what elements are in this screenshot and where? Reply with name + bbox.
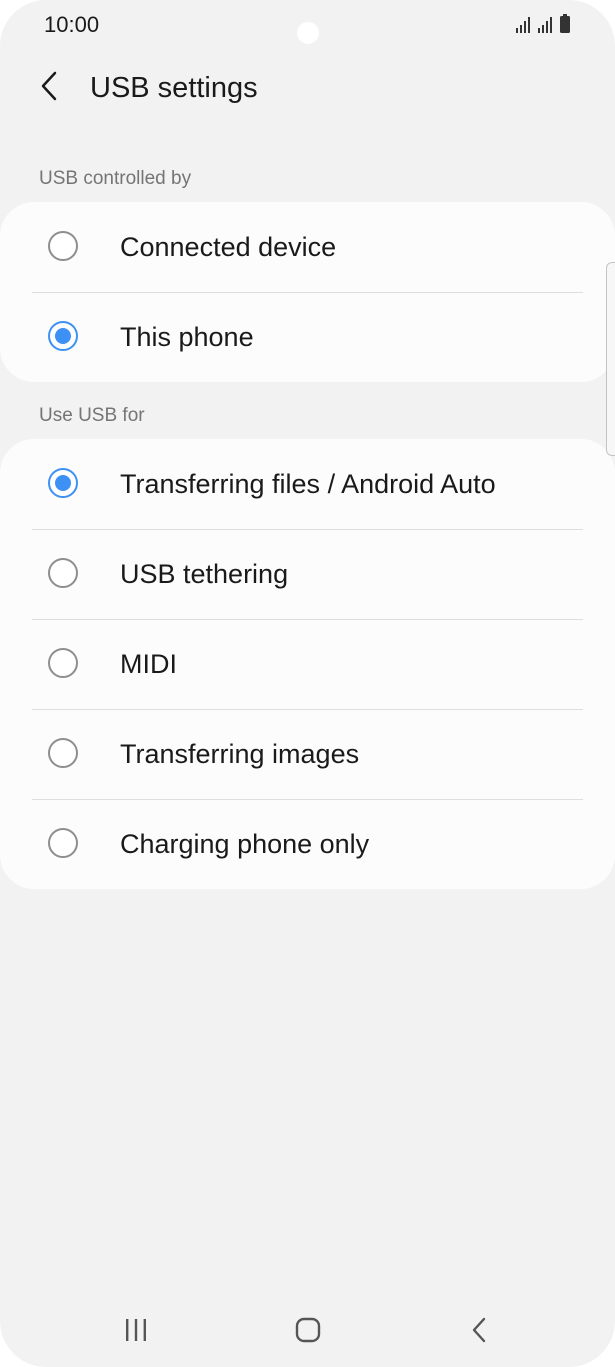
radio-option-midi[interactable]: MIDI: [0, 619, 615, 709]
radio-option-this-phone[interactable]: This phone: [0, 292, 615, 382]
home-button[interactable]: [278, 1312, 338, 1352]
back-icon: [470, 1316, 490, 1349]
radio-option-transferring-files[interactable]: Transferring files / Android Auto: [0, 439, 615, 529]
option-label: Transferring images: [120, 739, 360, 769]
chevron-left-icon: [39, 70, 61, 107]
radio-button-selected[interactable]: [48, 321, 78, 351]
back-button[interactable]: [28, 66, 72, 110]
usb-controlled-by-card: Connected device This phone: [0, 202, 615, 382]
app-header: USB settings: [0, 60, 615, 120]
signal-icon: [537, 16, 555, 34]
option-label: Transferring files / Android Auto: [120, 469, 496, 499]
scrollbar-handle[interactable]: [606, 262, 615, 456]
camera-cutout: [297, 22, 319, 44]
radio-option-usb-tethering[interactable]: USB tethering: [0, 529, 615, 619]
status-icons: [515, 14, 571, 34]
option-label: USB tethering: [120, 559, 289, 589]
home-icon: [294, 1316, 322, 1349]
radio-option-connected-device[interactable]: Connected device: [0, 202, 615, 292]
radio-option-transferring-images[interactable]: Transferring images: [0, 709, 615, 799]
recent-apps-button[interactable]: [106, 1312, 166, 1352]
section-label-use-usb-for: Use USB for: [39, 405, 145, 426]
recent-apps-icon: [122, 1317, 150, 1348]
option-label: MIDI: [120, 649, 177, 679]
option-label: Charging phone only: [120, 829, 370, 859]
radio-button[interactable]: [48, 231, 78, 261]
signal-icon: [515, 16, 533, 34]
nav-back-button[interactable]: [450, 1312, 510, 1352]
radio-button[interactable]: [48, 648, 78, 678]
radio-button-selected[interactable]: [48, 468, 78, 498]
page-title: USB settings: [90, 72, 258, 104]
section-label-usb-controlled-by: USB controlled by: [39, 168, 192, 189]
radio-button[interactable]: [48, 828, 78, 858]
battery-icon: [559, 14, 571, 34]
radio-button[interactable]: [48, 738, 78, 768]
option-label: This phone: [120, 322, 254, 352]
radio-button[interactable]: [48, 558, 78, 588]
option-label: Connected device: [120, 232, 337, 262]
navigation-bar: [0, 1296, 615, 1366]
use-usb-for-card: Transferring files / Android Auto USB te…: [0, 439, 615, 889]
status-time: 10:00: [44, 12, 100, 37]
radio-option-charging-phone-only[interactable]: Charging phone only: [0, 799, 615, 889]
phone-screen: 10:00 USB settings USB controlled by Con…: [0, 0, 615, 1367]
status-bar: 10:00: [0, 0, 615, 52]
